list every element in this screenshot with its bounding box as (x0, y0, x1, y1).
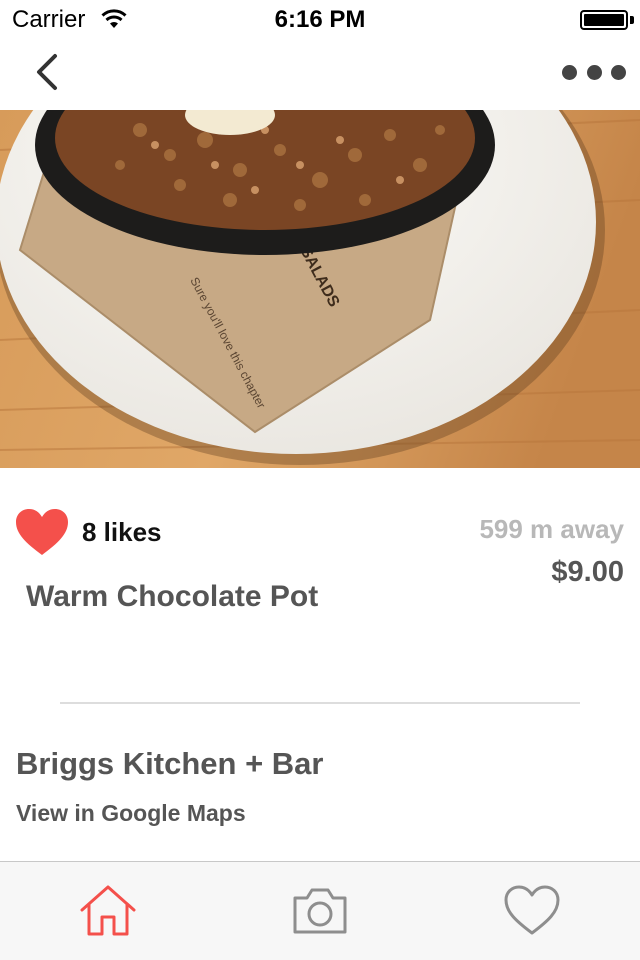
heart-outline-icon (504, 885, 560, 935)
ellipsis-dot (611, 64, 626, 80)
battery-icon (580, 10, 628, 30)
status-bar: Carrier 6:16 PM (0, 0, 640, 40)
status-time: 6:16 PM (274, 6, 366, 33)
tab-favorites[interactable] (502, 884, 562, 938)
tab-home[interactable] (78, 884, 138, 938)
distance-label: 599 m away (479, 514, 624, 544)
tab-bar (0, 861, 640, 960)
dish-title: Warm Chocolate Pot (26, 580, 319, 613)
likes-row: 8 likes (14, 506, 162, 558)
price-label: $9.00 (551, 556, 624, 588)
more-options-button[interactable] (562, 62, 626, 82)
likes-count: 8 likes (82, 516, 162, 547)
navigation-bar (0, 40, 640, 110)
ellipsis-dot (562, 64, 577, 80)
ellipsis-dot (586, 64, 602, 80)
google-maps-link[interactable]: View in Google Maps (16, 800, 246, 827)
camera-icon (293, 888, 347, 934)
like-heart-icon[interactable] (14, 507, 70, 557)
back-button[interactable] (28, 50, 68, 94)
tab-camera[interactable] (290, 884, 350, 938)
section-divider (60, 702, 580, 704)
restaurant-name: Briggs Kitchen + Bar (16, 746, 324, 781)
dish-photo: Sure you'll love this chapter SALADS (0, 110, 640, 468)
home-icon (80, 885, 136, 936)
battery-tip (630, 16, 634, 24)
